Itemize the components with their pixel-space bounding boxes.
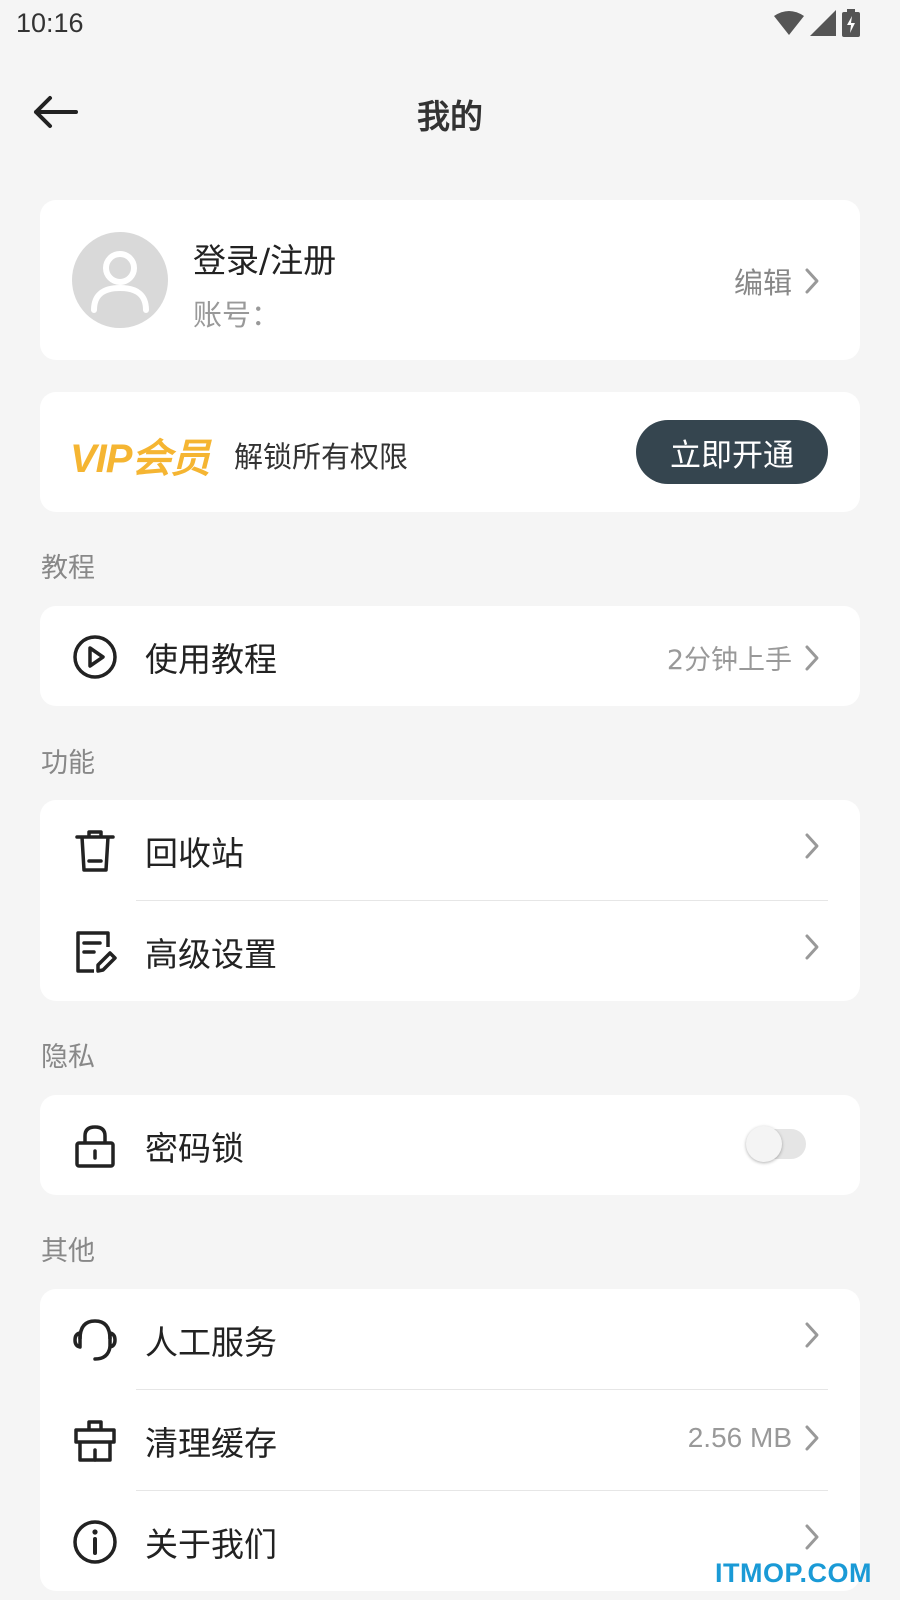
list-item-tutorial[interactable]: 使用教程 2分钟上手	[40, 606, 860, 706]
list-item-label: 回收站	[145, 834, 244, 873]
list-item-customer-service[interactable]: 人工服务	[40, 1289, 860, 1389]
chevron-right-icon	[805, 1524, 819, 1550]
list-item-value: 2分钟上手	[666, 645, 792, 676]
edit-profile-button[interactable]: 编辑	[734, 260, 820, 302]
edit-document-icon	[72, 929, 118, 975]
avatar[interactable]	[72, 232, 168, 328]
password-lock-toggle[interactable]	[746, 1126, 806, 1162]
list-item-label: 密码锁	[145, 1129, 244, 1168]
section-title-privacy: 隐私	[41, 1042, 95, 1073]
list-item-label: 清理缓存	[145, 1424, 277, 1463]
privacy-card: 密码锁	[40, 1095, 860, 1195]
list-item-clear-cache[interactable]: 清理缓存 2.56 MB	[40, 1390, 860, 1490]
section-title-features: 功能	[41, 748, 95, 779]
list-item-right	[804, 1523, 820, 1551]
activate-vip-button[interactable]: 立即开通	[636, 420, 828, 484]
chevron-right-icon	[805, 934, 819, 960]
section-title-tutorial: 教程	[41, 553, 95, 584]
page-title: 我的	[417, 97, 483, 136]
signal-icon	[810, 10, 836, 36]
list-item-label: 人工服务	[145, 1323, 277, 1362]
list-item-label: 高级设置	[145, 935, 277, 974]
vip-description: 解锁所有权限	[234, 440, 409, 474]
status-time: 10:16	[16, 8, 84, 38]
headset-icon	[72, 1317, 118, 1363]
cache-size-value: 2.56 MB	[687, 1422, 792, 1453]
chevron-right-icon	[805, 833, 819, 859]
toggle-knob	[746, 1126, 782, 1162]
profile-card[interactable]: 登录/注册 账号： 编辑	[40, 200, 860, 360]
chevron-right-icon	[805, 1322, 819, 1348]
list-item-password-lock: 密码锁	[40, 1095, 860, 1195]
list-item-label: 关于我们	[145, 1525, 277, 1564]
list-item-recycle-bin[interactable]: 回收站	[40, 800, 860, 900]
account-label: 账号：	[193, 298, 281, 332]
section-title-other: 其他	[41, 1236, 95, 1267]
vip-logo: VIP会员	[70, 437, 210, 481]
play-circle-icon	[72, 634, 118, 680]
tutorial-card: 使用教程 2分钟上手	[40, 606, 860, 706]
broom-icon	[72, 1418, 118, 1464]
login-register-link[interactable]: 登录/注册	[193, 234, 336, 282]
list-item-right	[804, 933, 820, 961]
chevron-right-icon	[805, 268, 819, 294]
chevron-right-icon	[805, 1425, 819, 1451]
chevron-right-icon	[805, 645, 819, 670]
list-item-right: 2.56 MB	[688, 1422, 820, 1454]
list-item-advanced-settings[interactable]: 高级设置	[40, 901, 860, 1001]
vip-card: VIP会员 解锁所有权限 立即开通	[40, 392, 860, 512]
wifi-icon	[774, 10, 804, 36]
battery-icon	[842, 9, 860, 37]
features-card: 回收站 高级设置	[40, 800, 860, 1001]
status-bar: 10:16	[0, 0, 900, 50]
list-item-right	[804, 832, 820, 860]
list-item-right: 2分钟上手	[667, 638, 820, 677]
list-item-label: 使用教程	[145, 640, 277, 679]
info-icon	[72, 1519, 118, 1565]
lock-icon	[72, 1123, 118, 1169]
trash-icon	[72, 828, 118, 874]
list-item-right	[804, 1321, 820, 1349]
other-card: 人工服务 清理缓存 2.56 MB 关于我们	[40, 1289, 860, 1591]
user-icon	[91, 251, 149, 313]
app-bar: 我的	[0, 70, 900, 154]
edit-label: 编辑	[733, 266, 792, 300]
watermark: ITMOP.COM	[714, 1558, 872, 1588]
status-icons	[774, 9, 860, 37]
